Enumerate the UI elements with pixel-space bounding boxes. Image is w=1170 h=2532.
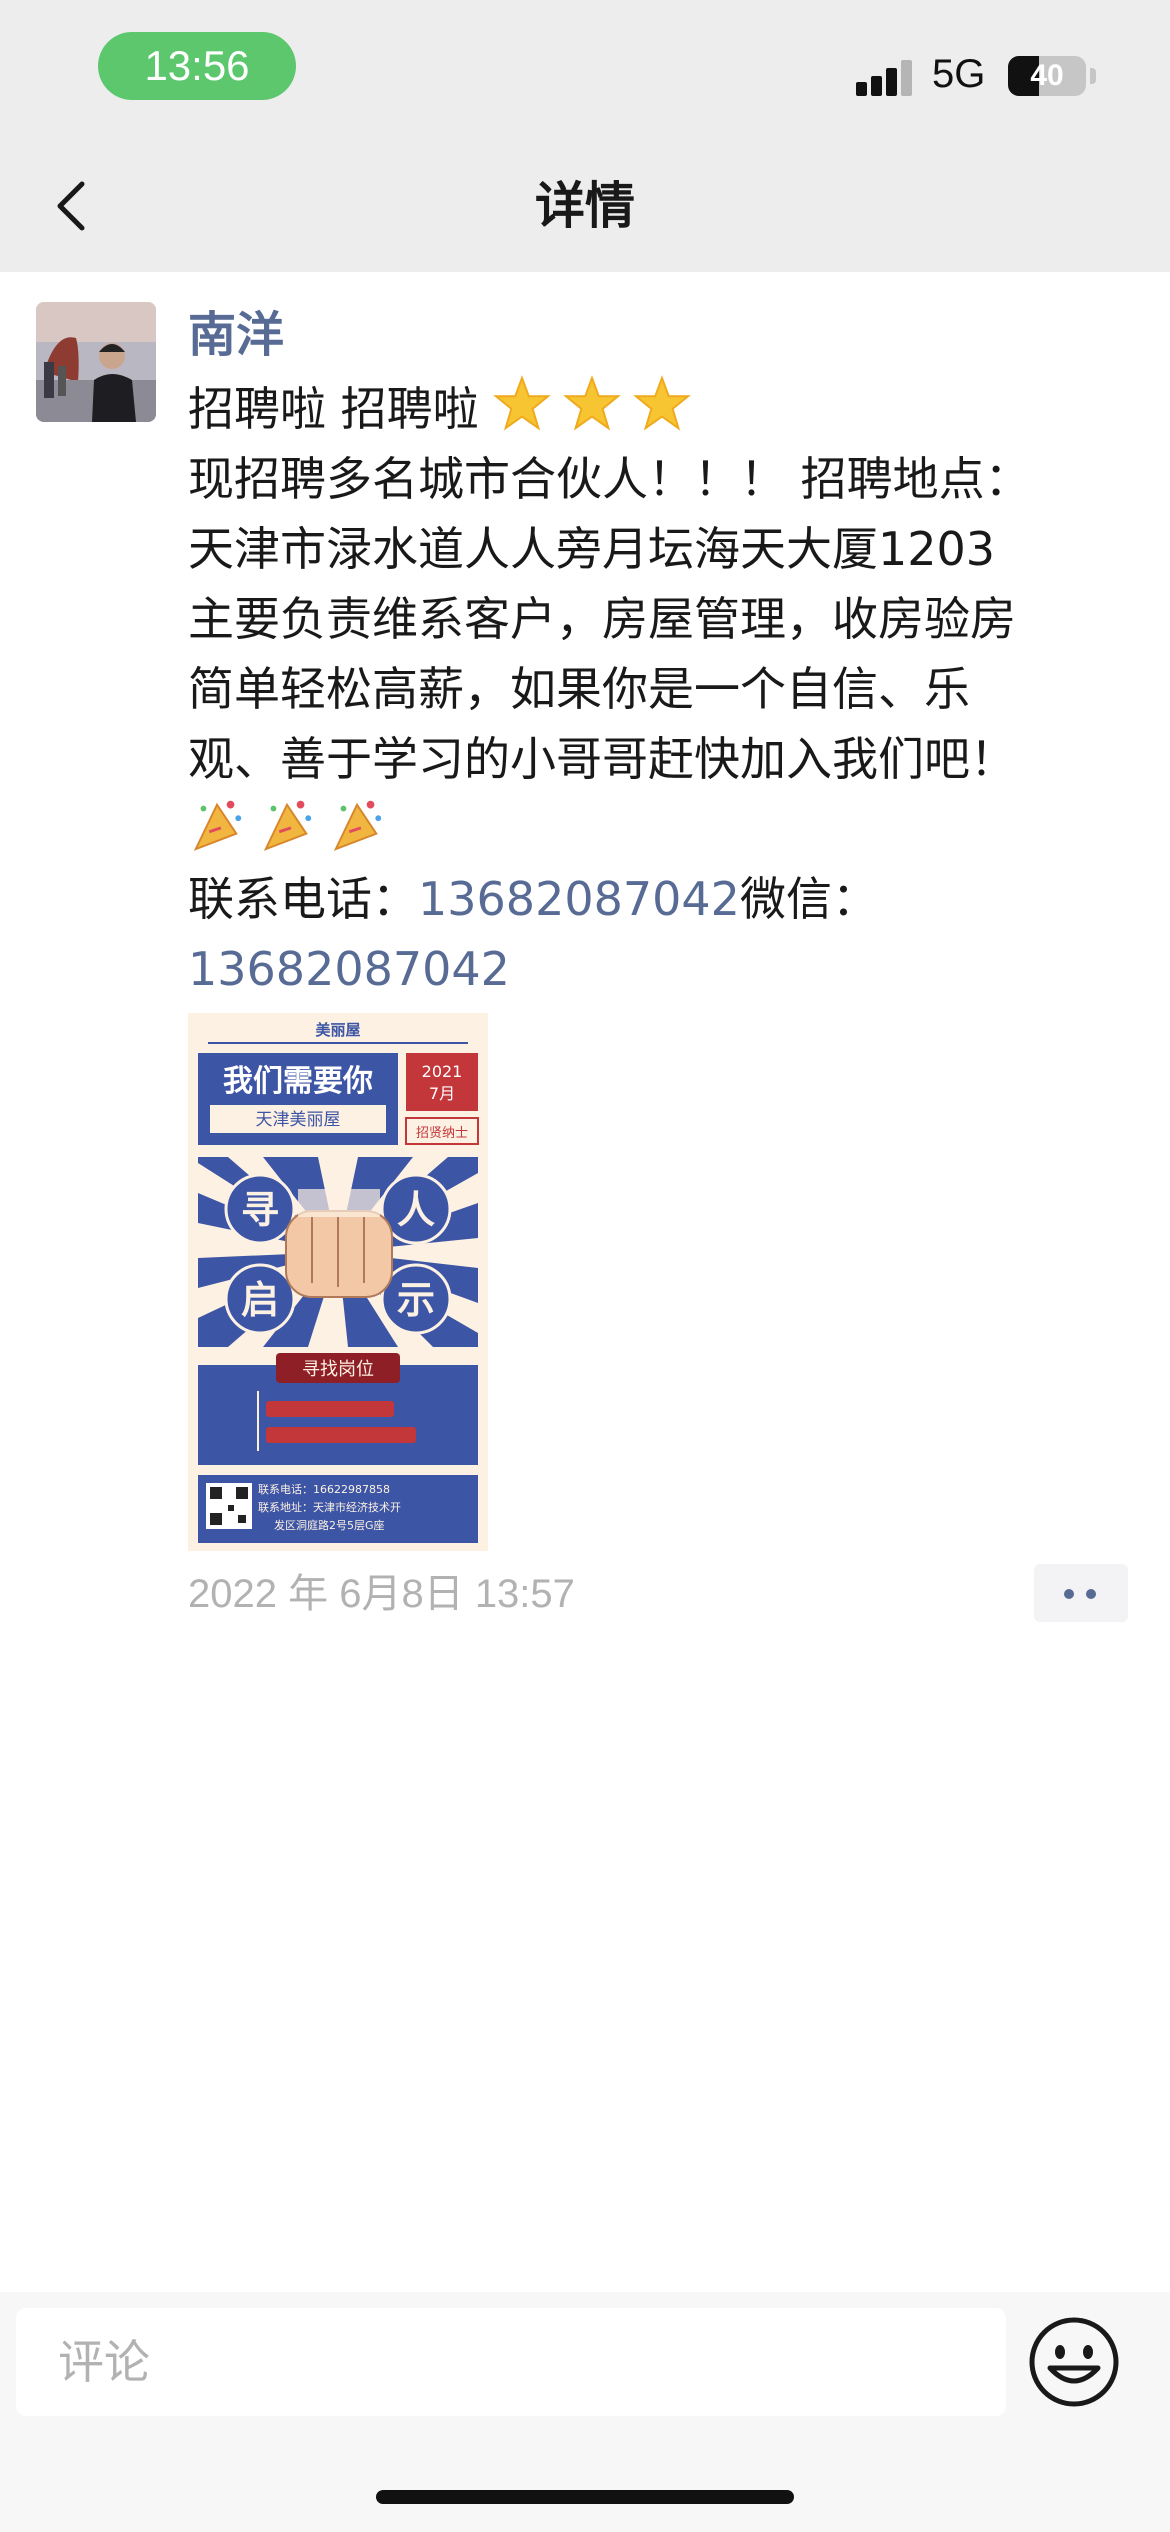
status-time: 13:56 [98, 32, 296, 100]
poster-sub: 天津美丽屋 [256, 1110, 341, 1130]
poster-month: 7月 [429, 1084, 455, 1103]
home-indicator [376, 2490, 794, 2504]
post-text-line: 现招聘多名城市合伙人！！！ 招聘地点： [188, 452, 1031, 506]
page-title: 详情 [535, 177, 635, 235]
post-text-line: 简单轻松高薪，如果你是一个自信、乐 [188, 662, 970, 716]
star-icon [633, 375, 692, 431]
nav-bar: 详情 [0, 140, 1170, 272]
poster-char: 启 [241, 1278, 279, 1322]
post-text-line: 主要负责维系客户，房屋管理，收房验房 [188, 592, 1016, 646]
battery-tip [1090, 68, 1096, 84]
party-popper-icon [193, 800, 242, 851]
status-bar: 13:56 5G 40 [0, 0, 1170, 140]
post-author[interactable]: 南洋 [188, 302, 284, 368]
wechat-label: 微信： [739, 872, 878, 926]
comment-bar: 评论 [0, 2292, 1170, 2532]
dot-icon [1064, 1589, 1074, 1599]
post-text-line: 天津市渌水道人人旁月坛海天大厦1203 [188, 522, 996, 576]
more-actions-button[interactable] [1034, 1564, 1128, 1622]
phone-link[interactable]: 13682087042 [418, 872, 740, 926]
smiley-icon[interactable] [1026, 2314, 1122, 2410]
battery-icon: 40 [1008, 56, 1086, 96]
poster-addr: 发区洞庭路2号5层G座 [274, 1518, 385, 1532]
dot-icon [1086, 1589, 1096, 1599]
poster-year: 2021 [422, 1062, 463, 1081]
poster-brand: 美丽屋 [315, 1021, 360, 1039]
poster-char: 示 [397, 1278, 435, 1322]
star-icon [493, 375, 552, 431]
post-content: 招聘啦 招聘啦 现招聘多名城市合伙人！！！ 招聘地点： 天津市渌水道人人旁月坛海… [188, 374, 1148, 1004]
contact-label: 联系电话： [188, 872, 418, 926]
party-popper-icon [333, 800, 382, 851]
post-text-line: 观、善于学习的小哥哥赶快加入我们吧！ [188, 732, 1016, 786]
poster-tag: 招贤纳士 [416, 1126, 468, 1141]
post-line-1: 招聘啦 招聘啦 [188, 374, 1148, 444]
poster-char: 寻 [241, 1188, 279, 1232]
network-type: 5G [932, 52, 986, 96]
party-popper-icon [263, 800, 312, 851]
post-timestamp: 2022 年 6月8日 13:57 [188, 1572, 575, 1616]
poster-phone: 联系电话：16622987858 [258, 1483, 390, 1496]
avatar[interactable] [36, 302, 156, 422]
poster-char: 人 [397, 1188, 435, 1232]
chevron-left-icon [57, 181, 85, 231]
fist-icon [285, 1189, 393, 1298]
wechat-link[interactable]: 13682087042 [188, 934, 1148, 1004]
star-icon [563, 375, 622, 431]
poster-position: 寻找岗位 [302, 1359, 374, 1380]
signal-icon [856, 60, 916, 96]
back-button[interactable] [44, 176, 104, 236]
post-image[interactable]: 美丽屋 我们需要你 天津美丽屋 2021 7月 招贤纳士 寻 人 启 示 寻找岗… [188, 1013, 488, 1551]
contact-line: 联系电话：13682087042微信： [188, 864, 1148, 934]
moments-detail-page: 13:56 5G 40 详情 南洋 招聘啦 招聘啦 现招聘多名城市合伙人！！！ … [0, 0, 1170, 2532]
battery-level: 40 [1030, 59, 1064, 92]
comment-input[interactable]: 评论 [16, 2308, 1006, 2416]
poster-headline: 我们需要你 [223, 1064, 373, 1099]
post-text-line: 招聘啦 招聘啦 [188, 382, 479, 436]
poster-addr: 联系地址：天津市经济技术开 [258, 1500, 401, 1514]
emoji-line [188, 794, 1148, 864]
